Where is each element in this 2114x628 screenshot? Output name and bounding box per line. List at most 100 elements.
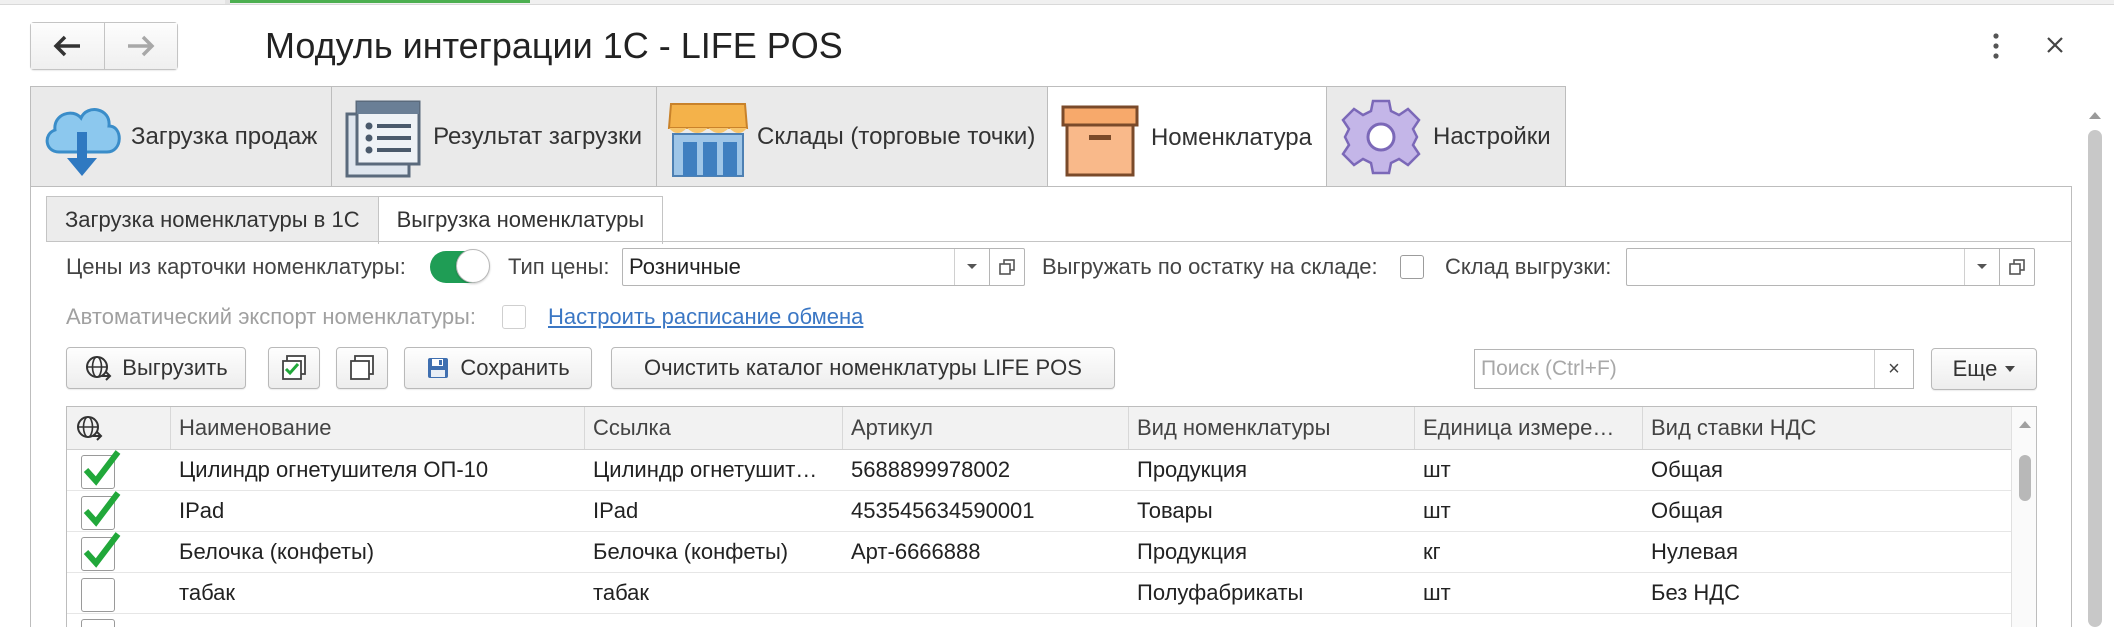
chevron-down-icon <box>1977 264 1987 269</box>
cell-name: Цилиндр огнетушителя ОП-10 <box>179 457 489 482</box>
row-checkbox[interactable] <box>81 619 115 627</box>
prices-from-card-toggle[interactable] <box>430 249 490 283</box>
page-scrollbar-thumb[interactable] <box>2088 130 2102 627</box>
tab-sales-upload[interactable]: Загрузка продаж <box>30 86 332 186</box>
table-row[interactable]: Белочка (конфеты) Белочка (конфеты) Арт-… <box>67 531 2011 573</box>
export-warehouse-select[interactable] <box>1626 248 2035 286</box>
toggle-knob <box>456 249 490 283</box>
arrow-left-icon <box>53 35 81 57</box>
configure-schedule-link[interactable]: Настроить расписание обмена <box>548 302 863 332</box>
warehouse-open-button[interactable] <box>1999 249 2034 285</box>
cloud-download-icon <box>39 91 125 183</box>
navigation-buttons <box>30 22 178 70</box>
check-all-icon <box>282 355 306 380</box>
cell-vat: Без НДС <box>1651 580 1741 605</box>
scroll-thumb[interactable] <box>2019 455 2031 501</box>
kebab-menu-icon <box>1993 33 1999 59</box>
header-name[interactable]: Наименование <box>171 407 585 449</box>
tab-label: Результат загрузки <box>433 122 642 150</box>
uncheck-all-icon <box>350 355 374 380</box>
cell-name: IPad <box>179 498 225 523</box>
search-input[interactable] <box>1475 350 1874 388</box>
checkmark-icon <box>83 491 121 527</box>
clear-catalog-button[interactable]: Очистить каталог номенклатуры LIFE POS <box>611 347 1115 389</box>
scroll-up-arrow-icon[interactable] <box>2019 421 2031 428</box>
prices-from-card-label: Цены из карточки номенклатуры: <box>66 254 406 279</box>
cell-unit: шт <box>1423 498 1451 523</box>
header-ref[interactable]: Ссылка <box>585 407 843 449</box>
price-type-open-button[interactable] <box>989 249 1024 285</box>
tab-settings[interactable]: Настройки <box>1326 86 1566 186</box>
tab-label: Загрузка продаж <box>131 122 318 150</box>
tab-nomenclature[interactable]: Номенклатура <box>1047 86 1327 189</box>
tab-warehouses[interactable]: Склады (торговые точки) <box>656 86 1048 186</box>
price-type-select[interactable]: Розничные <box>622 248 1025 286</box>
more-menu-label: Еще <box>1952 356 1998 381</box>
uncheck-all-button[interactable] <box>336 347 388 389</box>
cell-name: Белочка (конфеты) <box>179 539 375 564</box>
cell-sku <box>843 572 1129 613</box>
table-row[interactable]: Цилиндр огнетушителя ОП-10 Цилиндр огнет… <box>67 449 2011 491</box>
more-menu-button[interactable]: Еще <box>1931 348 2037 390</box>
close-icon <box>2047 37 2063 53</box>
cell-sku: 5688899978002 <box>851 457 1011 482</box>
back-button[interactable] <box>31 23 104 69</box>
open-form-icon <box>999 259 1015 275</box>
chevron-down-icon <box>967 264 977 269</box>
cell-vat: Общая <box>1651 498 1723 523</box>
sub-tabs: Загрузка номенклатуры в 1С Выгрузка номе… <box>46 196 664 244</box>
cell-ref: Белочка (конфеты) <box>593 539 789 564</box>
open-form-icon <box>2009 259 2025 275</box>
header-export-flag[interactable] <box>67 407 171 449</box>
store-icon <box>665 91 751 183</box>
page-scroll-up-arrow-icon[interactable] <box>2089 112 2101 119</box>
table-scrollbar[interactable] <box>2011 407 2036 627</box>
subtab-export-nomenclature[interactable]: Выгрузка номенклатуры <box>377 196 664 244</box>
floppy-disk-icon <box>426 356 450 380</box>
table-row[interactable]: табак табак Полуфабрикаты шт Без НДС <box>67 572 2011 614</box>
cell-unit: шт <box>1423 580 1451 605</box>
table-header: Наименование Ссылка Артикул Вид номенкла… <box>67 407 2011 450</box>
cell-ref: Цилиндр огнетушит… <box>593 457 818 482</box>
warehouse-dropdown-button[interactable] <box>1964 249 1999 285</box>
nomenclature-table: Наименование Ссылка Артикул Вид номенкла… <box>66 406 2037 627</box>
check-all-button[interactable] <box>268 347 320 389</box>
export-by-stock-checkbox[interactable] <box>1400 255 1424 279</box>
row-checkbox[interactable] <box>81 532 121 571</box>
row-checkbox[interactable] <box>81 578 115 612</box>
cell-sku: Арт-6666888 <box>851 539 981 564</box>
export-globe-icon <box>77 416 103 441</box>
export-button-label: Выгрузить <box>122 355 228 380</box>
auto-export-checkbox[interactable] <box>502 305 526 329</box>
row-checkbox[interactable] <box>81 491 121 530</box>
arrow-right-icon <box>127 35 155 57</box>
cell-ref: табак <box>593 580 650 605</box>
subtab-import-nomenclature[interactable]: Загрузка номенклатуры в 1С <box>46 196 379 242</box>
table-row[interactable]: IPad IPad 453545634590001 Товары шт Обща… <box>67 490 2011 532</box>
cell-kind: Продукция <box>1137 539 1248 564</box>
header-unit[interactable]: Единица измере… <box>1415 407 1643 449</box>
header-sku[interactable]: Артикул <box>843 407 1129 449</box>
more-options-button[interactable] <box>1986 30 2006 62</box>
save-button[interactable]: Сохранить <box>404 347 592 389</box>
export-by-stock-label: Выгружать по остатку на складе: <box>1042 254 1378 279</box>
forward-button[interactable] <box>103 23 177 69</box>
tab-label: Склады (торговые точки) <box>757 122 1036 150</box>
search-clear-button[interactable]: × <box>1874 350 1913 388</box>
export-button[interactable]: Выгрузить <box>66 347 246 389</box>
table-row[interactable] <box>67 613 2011 627</box>
chevron-down-icon <box>2005 365 2016 372</box>
export-warehouse-value <box>1627 249 1964 285</box>
header-kind[interactable]: Вид номенклатуры <box>1129 407 1415 449</box>
gear-icon <box>1335 91 1427 183</box>
main-tabs: Загрузка продаж Результат загрузки Склад… <box>30 86 1566 189</box>
tab-label: Настройки <box>1433 122 1551 150</box>
close-window-button[interactable] <box>2040 28 2070 62</box>
list-document-icon <box>340 91 427 183</box>
tab-upload-result[interactable]: Результат загрузки <box>331 86 657 186</box>
search-field[interactable]: × <box>1474 349 1914 389</box>
header-vat[interactable]: Вид ставки НДС <box>1643 407 2011 449</box>
cell-unit: шт <box>1423 457 1451 482</box>
price-type-dropdown-button[interactable] <box>954 249 989 285</box>
row-checkbox[interactable] <box>81 450 121 489</box>
